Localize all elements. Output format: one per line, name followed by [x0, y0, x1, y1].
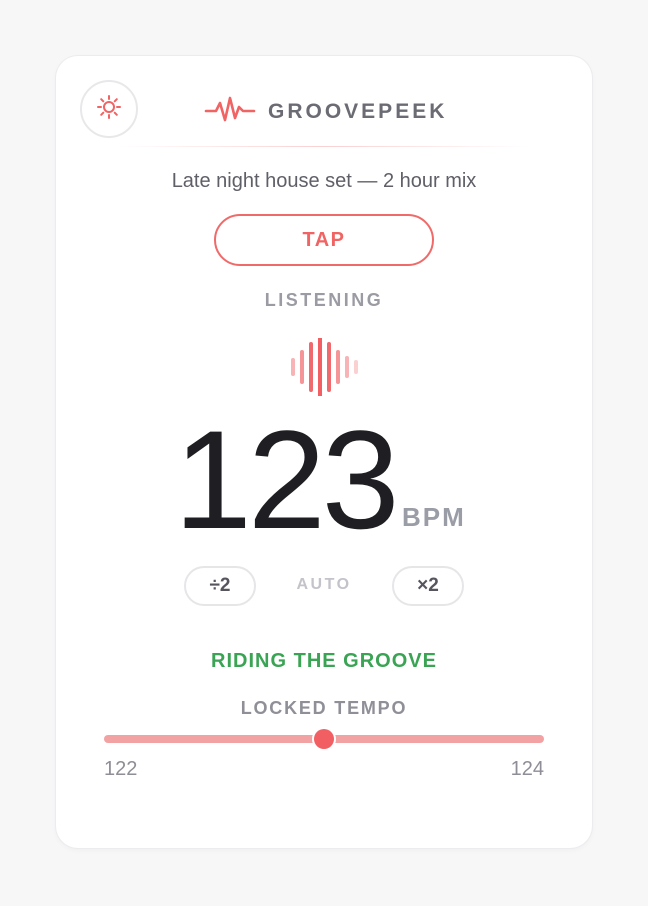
pulse-wave-icon — [204, 94, 256, 131]
header-divider — [120, 146, 528, 147]
brand-name: GROOVEPEEK — [268, 100, 448, 123]
sun-icon — [96, 94, 122, 125]
set-title: Late night house set — 2 hour mix — [171, 170, 477, 192]
listening-status: LISTENING — [264, 290, 384, 310]
groove-status: RIDING THE GROOVE — [211, 650, 437, 672]
slider-thumb[interactable] — [314, 729, 334, 749]
audio-waveform-icon — [290, 336, 358, 398]
range-max-value: 124 — [510, 758, 544, 780]
locked-tempo-label: LOCKED TEMPO — [240, 698, 408, 718]
tap-button[interactable]: TAP — [214, 214, 434, 266]
auto-mode-label[interactable]: AUTO — [274, 576, 374, 594]
groovepeek-card: GROOVEPEEK Late night house set — 2 hour… — [56, 56, 592, 848]
tempo-range-slider[interactable] — [104, 728, 544, 752]
brand: GROOVEPEEK — [204, 94, 447, 130]
halve-tempo-button[interactable]: ÷2 — [184, 566, 256, 606]
bpm-unit: BPM — [402, 502, 466, 532]
range-min-value: 122 — [104, 758, 138, 780]
theme-toggle-button[interactable] — [80, 80, 138, 138]
bpm-value: 123 — [174, 401, 400, 558]
double-tempo-button[interactable]: ×2 — [392, 566, 464, 606]
